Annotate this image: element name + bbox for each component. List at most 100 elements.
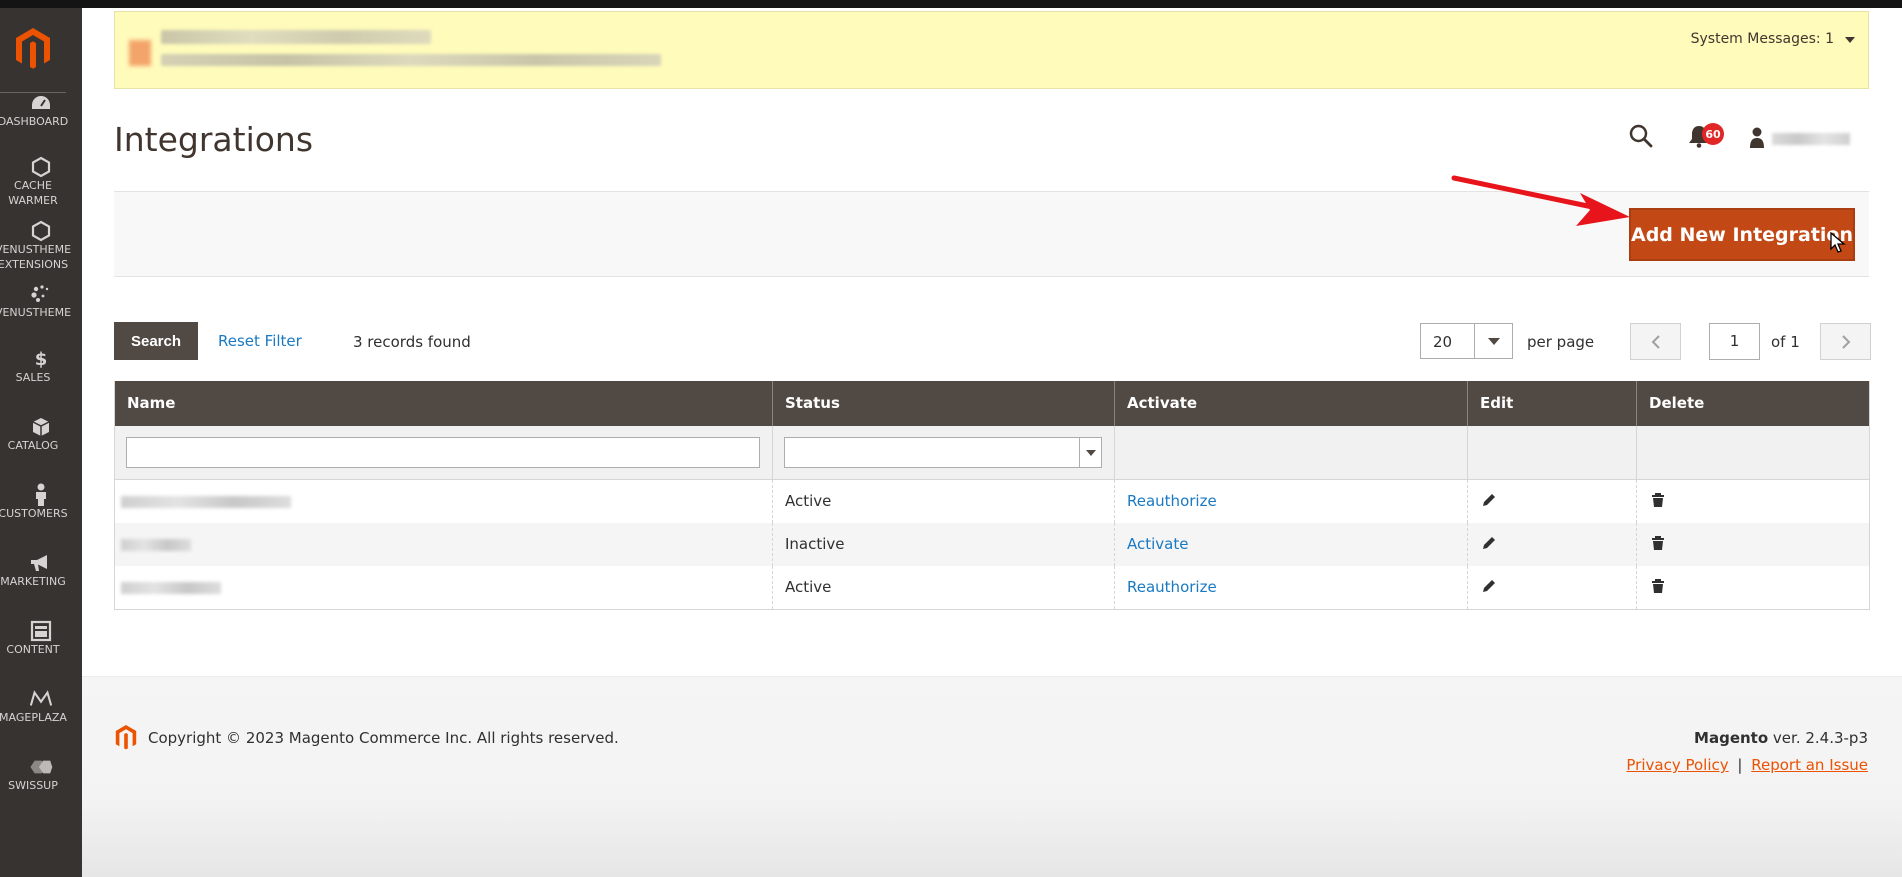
total-pages-label: of 1	[1771, 333, 1800, 351]
chevron-down-icon[interactable]	[1474, 324, 1512, 358]
blurred-integration-name	[121, 582, 221, 594]
sidebar-item-label: SWISSUP	[8, 779, 58, 792]
page-title: Integrations	[114, 120, 314, 159]
magento-logo-icon[interactable]	[0, 26, 66, 70]
hexagon-icon	[29, 156, 53, 178]
version-number: ver. 2.4.3-p3	[1768, 729, 1868, 747]
filter-row	[115, 426, 1869, 480]
next-page-button[interactable]	[1820, 323, 1871, 360]
reauthorize-link[interactable]: Reauthorize	[1127, 578, 1217, 596]
sidebar-item-label: CATALOG	[7, 439, 59, 452]
sidebar-item-customers[interactable]: CUSTOMERS	[0, 483, 82, 544]
integration-name-cell	[115, 523, 773, 566]
sidebar-item-marketing[interactable]: MARKETING	[0, 552, 82, 612]
trash-icon[interactable]	[1650, 492, 1666, 508]
annotation-arrow	[1451, 175, 1630, 226]
page-footer: Copyright © 2023 Magento Commerce Inc. A…	[82, 676, 1902, 877]
filter-cell	[1115, 426, 1468, 479]
notifications-badge[interactable]: 60	[1702, 123, 1724, 145]
pencil-icon[interactable]	[1481, 535, 1497, 551]
reauthorize-link[interactable]: Reauthorize	[1127, 492, 1217, 510]
search-icon[interactable]	[1628, 123, 1654, 149]
trash-icon[interactable]	[1650, 578, 1666, 594]
footer-links: Privacy Policy | Report an Issue	[1626, 756, 1868, 774]
delete-cell	[1637, 480, 1869, 523]
user-icon[interactable]	[1749, 127, 1769, 149]
edit-cell	[1468, 566, 1637, 609]
previous-page-button[interactable]	[1630, 323, 1681, 360]
chevron-down-icon[interactable]	[1079, 438, 1101, 467]
sidebar-item-label: SALES	[15, 371, 51, 384]
integrations-table: Name Status Activate Edit Delete Active …	[114, 381, 1870, 610]
sidebar-item-label: DASHBOARD	[0, 115, 69, 128]
brand-name: Magento	[1694, 729, 1769, 747]
column-header-status[interactable]: Status	[773, 381, 1115, 426]
swissup-icon	[29, 756, 53, 778]
status-cell: Active	[773, 566, 1115, 609]
sidebar-item-label: VENUSTHEME EXTENSIONS	[0, 243, 72, 271]
sidebar-item-cache-warmer[interactable]: CACHE WARMER	[0, 156, 82, 216]
layout-icon	[29, 620, 53, 642]
sidebar-item-content[interactable]: CONTENT	[0, 620, 82, 680]
sidebar-item-label: CONTENT	[6, 643, 60, 656]
sidebar-item-catalog[interactable]: CATALOG	[0, 416, 82, 476]
megaphone-icon	[29, 552, 53, 574]
sidebar-item-venustheme-extensions[interactable]: VENUSTHEME EXTENSIONS	[0, 220, 82, 280]
per-page-select[interactable]: 20	[1420, 323, 1513, 359]
blurred-integration-name	[121, 539, 191, 551]
reset-filter-link[interactable]: Reset Filter	[218, 332, 302, 350]
status-cell: Inactive	[773, 523, 1115, 566]
activate-link[interactable]: Activate	[1127, 535, 1188, 553]
add-new-integration-button[interactable]: Add New Integration	[1629, 208, 1855, 261]
dots-icon	[29, 283, 53, 305]
blurred-notice-text	[161, 30, 431, 44]
sidebar-item-venustheme[interactable]: VENUSTHEME	[0, 283, 82, 343]
hexagon-icon	[29, 220, 53, 242]
status-cell: Active	[773, 480, 1115, 523]
status-filter-select[interactable]	[784, 437, 1102, 468]
version-text: Magento ver. 2.4.3-p3	[1694, 729, 1868, 747]
trash-icon[interactable]	[1650, 535, 1666, 551]
privacy-policy-link[interactable]: Privacy Policy	[1626, 756, 1728, 774]
column-header-name[interactable]: Name	[115, 381, 773, 426]
name-filter-input[interactable]	[126, 437, 760, 468]
table-row[interactable]: Active Reauthorize	[115, 480, 1869, 523]
pencil-icon[interactable]	[1481, 578, 1497, 594]
chevron-down-icon[interactable]	[1845, 37, 1855, 43]
edit-cell	[1468, 523, 1637, 566]
sidebar-item-swissup[interactable]: SWISSUP	[0, 756, 82, 816]
activate-cell: Reauthorize	[1115, 480, 1468, 523]
sidebar-item-sales[interactable]: $ SALES	[0, 348, 82, 408]
sidebar-item-label: VENUSTHEME	[0, 306, 72, 319]
system-messages-toggle[interactable]: System Messages: 1	[1691, 31, 1834, 47]
delete-cell	[1637, 523, 1869, 566]
records-found-count: 3 records found	[353, 333, 471, 351]
chevron-right-icon	[1841, 334, 1850, 349]
sidebar-item-dashboard[interactable]: DASHBOARD	[0, 92, 82, 152]
table-row[interactable]: Active Reauthorize	[115, 566, 1869, 609]
page-number-input[interactable]: 1	[1709, 323, 1760, 360]
delete-cell	[1637, 566, 1869, 609]
box-icon	[29, 416, 53, 438]
dollar-icon: $	[34, 348, 48, 370]
sidebar-item-mageplaza[interactable]: MAGEPLAZA	[0, 688, 82, 748]
link-separator: |	[1737, 756, 1743, 774]
filter-cell	[1637, 426, 1869, 479]
magento-logo-icon	[114, 723, 138, 751]
column-header-activate: Activate	[1115, 381, 1468, 426]
pencil-icon[interactable]	[1481, 492, 1497, 508]
sidebar-item-label: CUSTOMERS	[0, 507, 68, 520]
column-header-delete: Delete	[1649, 394, 1705, 412]
report-issue-link[interactable]: Report an Issue	[1751, 756, 1868, 774]
search-button[interactable]: Search	[114, 322, 198, 360]
blurred-username[interactable]	[1772, 133, 1850, 145]
blurred-notice-text	[161, 54, 661, 66]
main-content: System Messages: 1 Integrations 60 Add N…	[82, 8, 1902, 877]
system-message-bar: System Messages: 1	[114, 11, 1869, 89]
browser-top-edge	[0, 0, 1902, 8]
activate-cell: Reauthorize	[1115, 566, 1468, 609]
mouse-cursor-icon	[1830, 232, 1846, 253]
blurred-integration-name	[121, 496, 291, 508]
table-row[interactable]: Inactive Activate	[115, 523, 1869, 566]
dashboard-icon	[29, 92, 53, 114]
